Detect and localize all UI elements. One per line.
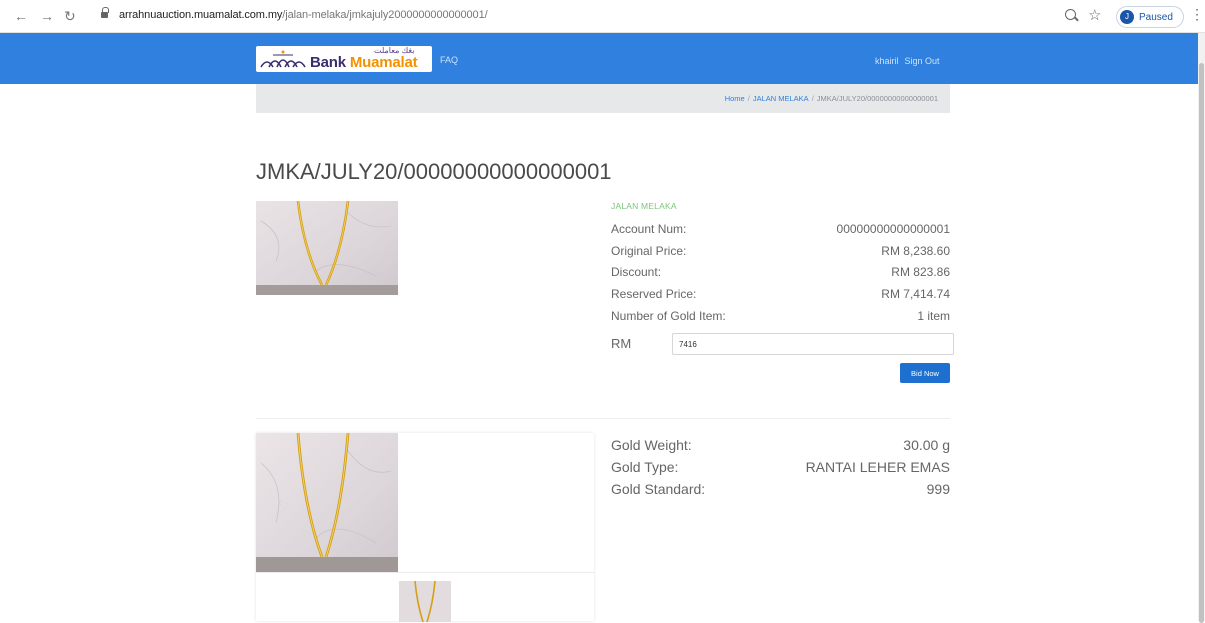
user-menu: khairil Sign Out	[875, 56, 946, 66]
spec-label: Gold Type:	[611, 459, 679, 475]
sign-out-link[interactable]: Sign Out	[905, 56, 940, 66]
site-header: بڠك معاملت Bank Muamalat FAQ khairil Sign…	[0, 33, 1198, 84]
bid-now-button[interactable]: Bid Now	[900, 363, 950, 383]
user-name-link[interactable]: khairil	[875, 56, 899, 66]
gold-chain-image	[256, 201, 398, 295]
detail-row-reserved-price: Reserved Price: RM 7,414.74	[611, 287, 950, 303]
bookmark-star-icon[interactable]: ☆	[1088, 6, 1101, 24]
detail-label: Discount:	[611, 265, 662, 279]
breadcrumb-separator: /	[747, 94, 750, 103]
bid-form: RM	[611, 333, 954, 355]
reload-icon[interactable]: ↻	[64, 8, 76, 24]
gallery-prev-icon[interactable]: ‹	[278, 497, 282, 509]
detail-value: 1 item	[917, 309, 950, 323]
profile-button[interactable]: J Paused	[1116, 6, 1184, 28]
logo-mark-icon	[260, 50, 306, 68]
product-image	[256, 201, 398, 295]
spec-label: Gold Standard:	[611, 481, 706, 497]
avatar: J	[1120, 10, 1134, 24]
detail-value: RM 823.86	[891, 265, 950, 279]
back-icon[interactable]: ←	[14, 8, 28, 24]
breadcrumb-separator: /	[811, 94, 814, 103]
breadcrumb-current: JMKA/JULY20/00000000000000001	[816, 94, 938, 103]
currency-label: RM	[611, 336, 632, 351]
url-path: /jalan-melaka/jmkajuly2000000000000001/	[282, 9, 488, 21]
spec-value: 999	[926, 481, 950, 497]
page-scrollbar[interactable]	[1198, 33, 1205, 623]
url-text[interactable]: arrahnuauction.muamalat.com.my/jalan-mel…	[119, 9, 488, 21]
profile-status: Paused	[1139, 11, 1173, 23]
detail-value: RM 8,238.60	[881, 244, 950, 258]
zoom-icon[interactable]	[1065, 9, 1076, 20]
spec-label: Gold Weight:	[611, 437, 692, 453]
gallery-thumbnail[interactable]	[399, 581, 451, 622]
address-bar[interactable]: arrahnuauction.muamalat.com.my/jalan-mel…	[95, 6, 1025, 26]
branch-label: JALAN MELAKA	[611, 201, 677, 211]
detail-row-discount: Discount: RM 823.86	[611, 265, 950, 281]
logo-text: Bank Muamalat	[310, 54, 418, 71]
lock-icon	[101, 7, 109, 18]
bank-logo[interactable]: بڠك معاملت Bank Muamalat	[256, 46, 432, 72]
spec-value: 30.00 g	[903, 437, 950, 453]
forward-icon[interactable]: →	[40, 8, 54, 24]
gallery-thumbnails	[256, 572, 594, 622]
logo-text-accent: Muamalat	[349, 54, 418, 71]
scrollbar-thumb[interactable]	[1199, 63, 1204, 623]
bid-amount-input[interactable]	[672, 333, 954, 355]
detail-value: RM 7,414.74	[881, 287, 950, 301]
gallery-main-image[interactable]: ‹	[256, 433, 398, 572]
section-divider	[256, 418, 950, 419]
browser-menu-icon[interactable]: ⋮	[1190, 6, 1204, 23]
detail-label: Number of Gold Item:	[611, 309, 726, 323]
spec-row-type: Gold Type: RANTAI LEHER EMAS	[611, 459, 950, 479]
detail-row-original-price: Original Price: RM 8,238.60	[611, 244, 950, 260]
detail-label: Reserved Price:	[611, 287, 697, 301]
spec-row-standard: Gold Standard: 999	[611, 481, 950, 501]
breadcrumb: Home / JALAN MELAKA / JMKA/JULY20/0000000000…	[256, 84, 950, 113]
breadcrumb-branch[interactable]: JALAN MELAKA	[753, 94, 809, 103]
detail-row-account: Account Num: 00000000000000001	[611, 222, 950, 238]
spec-row-weight: Gold Weight: 30.00 g	[611, 437, 950, 457]
image-gallery: ‹	[256, 433, 594, 622]
url-host: arrahnuauction.muamalat.com.my	[119, 9, 283, 21]
spec-value: RANTAI LEHER EMAS	[805, 459, 950, 475]
browser-toolbar: ← → ↻ arrahnuauction.muamalat.com.my/jal…	[0, 0, 1205, 33]
gold-chain-thumbnail	[399, 581, 451, 622]
page-title: JMKA/JULY20/00000000000000001	[256, 158, 612, 184]
detail-label: Account Num:	[611, 222, 687, 236]
logo-text-main: Bank	[310, 54, 350, 71]
faq-link[interactable]: FAQ	[440, 55, 458, 65]
detail-label: Original Price:	[611, 244, 687, 258]
detail-value: 00000000000000001	[836, 222, 950, 236]
detail-row-item-count: Number of Gold Item: 1 item	[611, 309, 950, 325]
breadcrumb-home[interactable]: Home	[725, 94, 745, 103]
